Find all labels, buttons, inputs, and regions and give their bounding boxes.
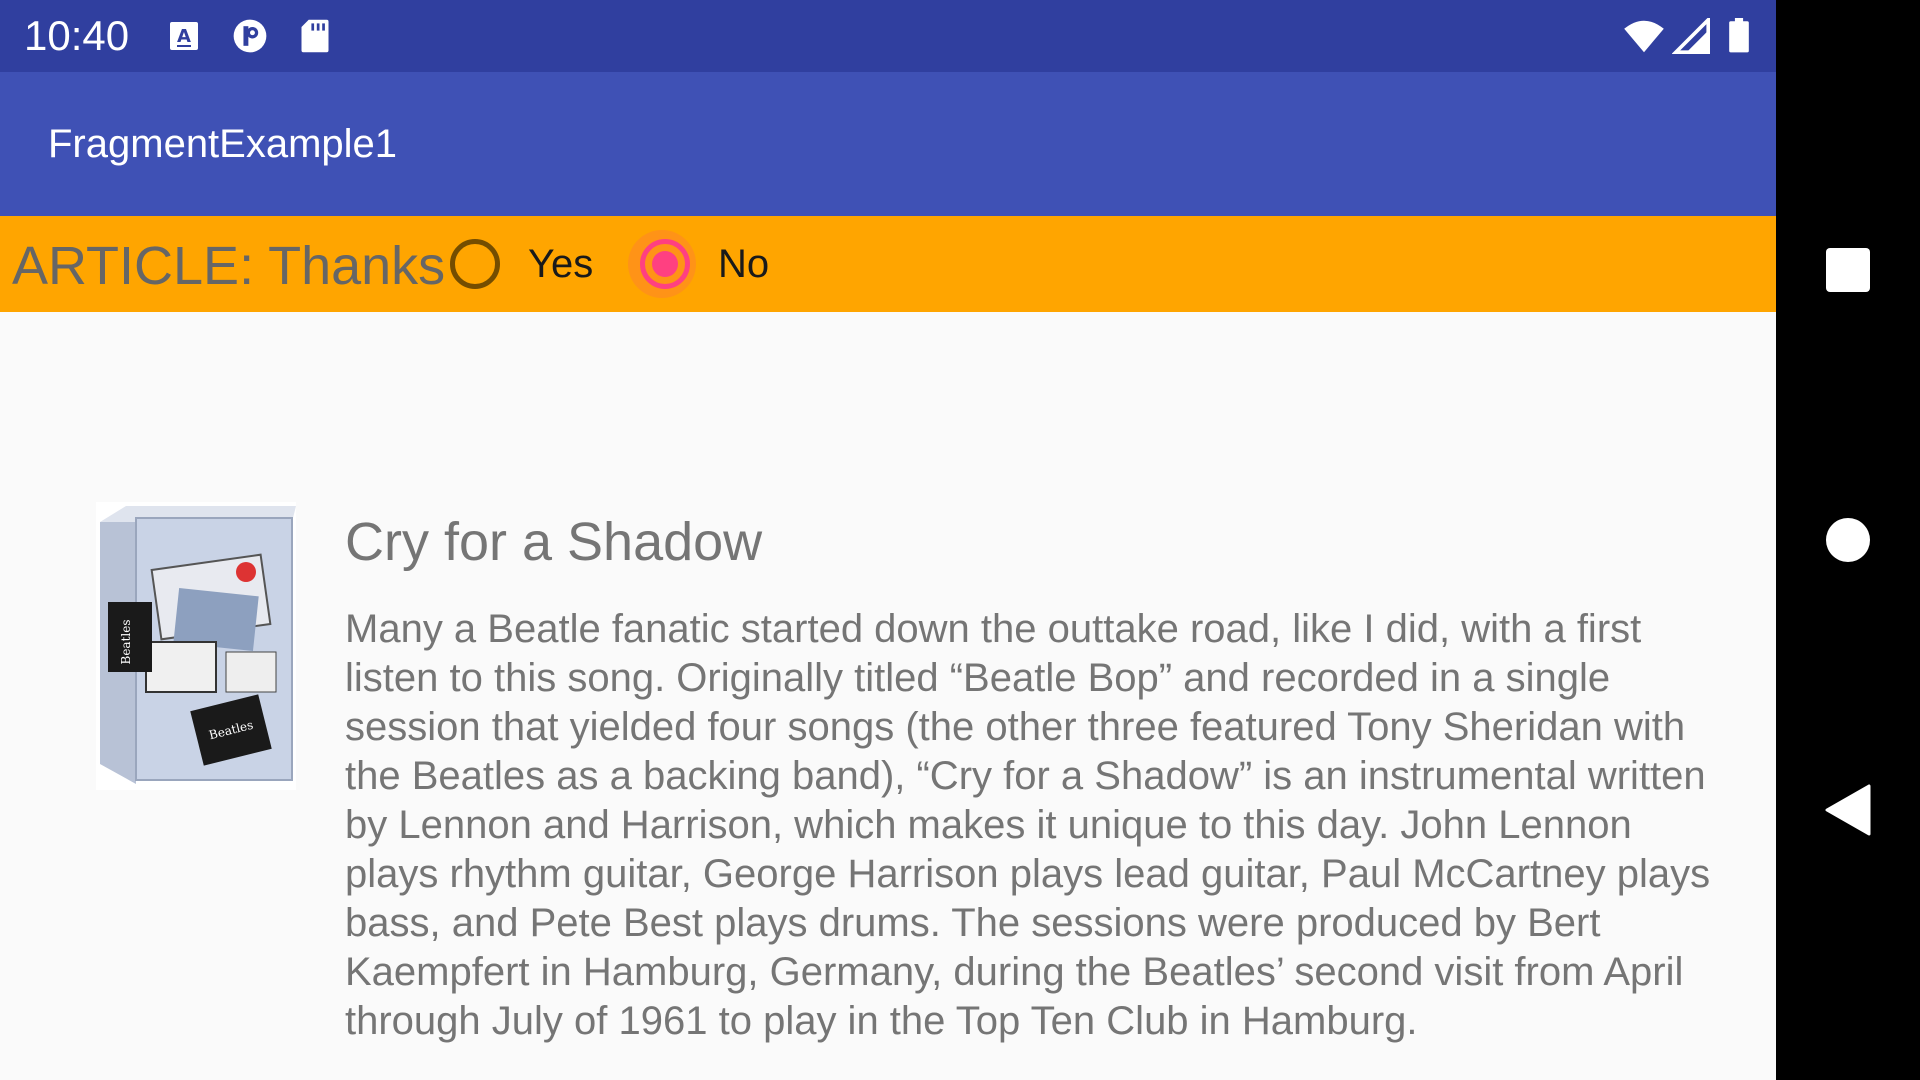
sd-card-icon bbox=[301, 19, 329, 53]
radio-checked-icon[interactable] bbox=[640, 239, 690, 289]
header-fragment: ARTICLE: Thanks Yes No bbox=[0, 216, 1776, 312]
app-notification-icon bbox=[233, 19, 267, 53]
status-time: 10:40 bbox=[24, 12, 130, 59]
home-circle-icon[interactable] bbox=[1825, 517, 1871, 563]
cell-signal-icon bbox=[1672, 18, 1710, 54]
article-title: Cry for a Shadow bbox=[345, 512, 763, 572]
radio-no-label[interactable]: No bbox=[718, 242, 769, 287]
navigation-bar bbox=[1776, 0, 1920, 1080]
app-screen: 10:40 A FragmentExample1 ARTICLE: Thanks… bbox=[0, 0, 1776, 1080]
app-title: FragmentExample1 bbox=[48, 122, 398, 166]
svg-text:Beatles: Beatles bbox=[119, 620, 133, 665]
radio-yes[interactable]: Yes bbox=[450, 230, 593, 298]
wifi-icon bbox=[1624, 20, 1664, 53]
back-button[interactable] bbox=[1776, 738, 1920, 882]
svg-text:A: A bbox=[177, 26, 191, 47]
album-box-set-image: Beatles Beatles bbox=[96, 502, 296, 790]
radio-yes-label[interactable]: Yes bbox=[528, 242, 593, 287]
radio-no[interactable]: No bbox=[628, 230, 769, 298]
recents-square-icon[interactable] bbox=[1825, 247, 1871, 293]
back-triangle-icon[interactable] bbox=[1825, 784, 1871, 836]
battery-icon bbox=[1729, 18, 1749, 53]
radio-dot bbox=[652, 251, 678, 277]
recents-button[interactable] bbox=[1776, 198, 1920, 342]
home-button[interactable] bbox=[1776, 468, 1920, 612]
article-label: ARTICLE: Thanks bbox=[12, 236, 446, 296]
article-body: Many a Beatle fanatic started down the o… bbox=[345, 607, 1711, 1043]
status-bar: 10:40 A bbox=[0, 0, 1776, 72]
keyboard-a-icon: A bbox=[170, 22, 198, 50]
radio-unchecked-icon[interactable] bbox=[450, 239, 500, 289]
app-bar: FragmentExample1 bbox=[0, 72, 1776, 216]
